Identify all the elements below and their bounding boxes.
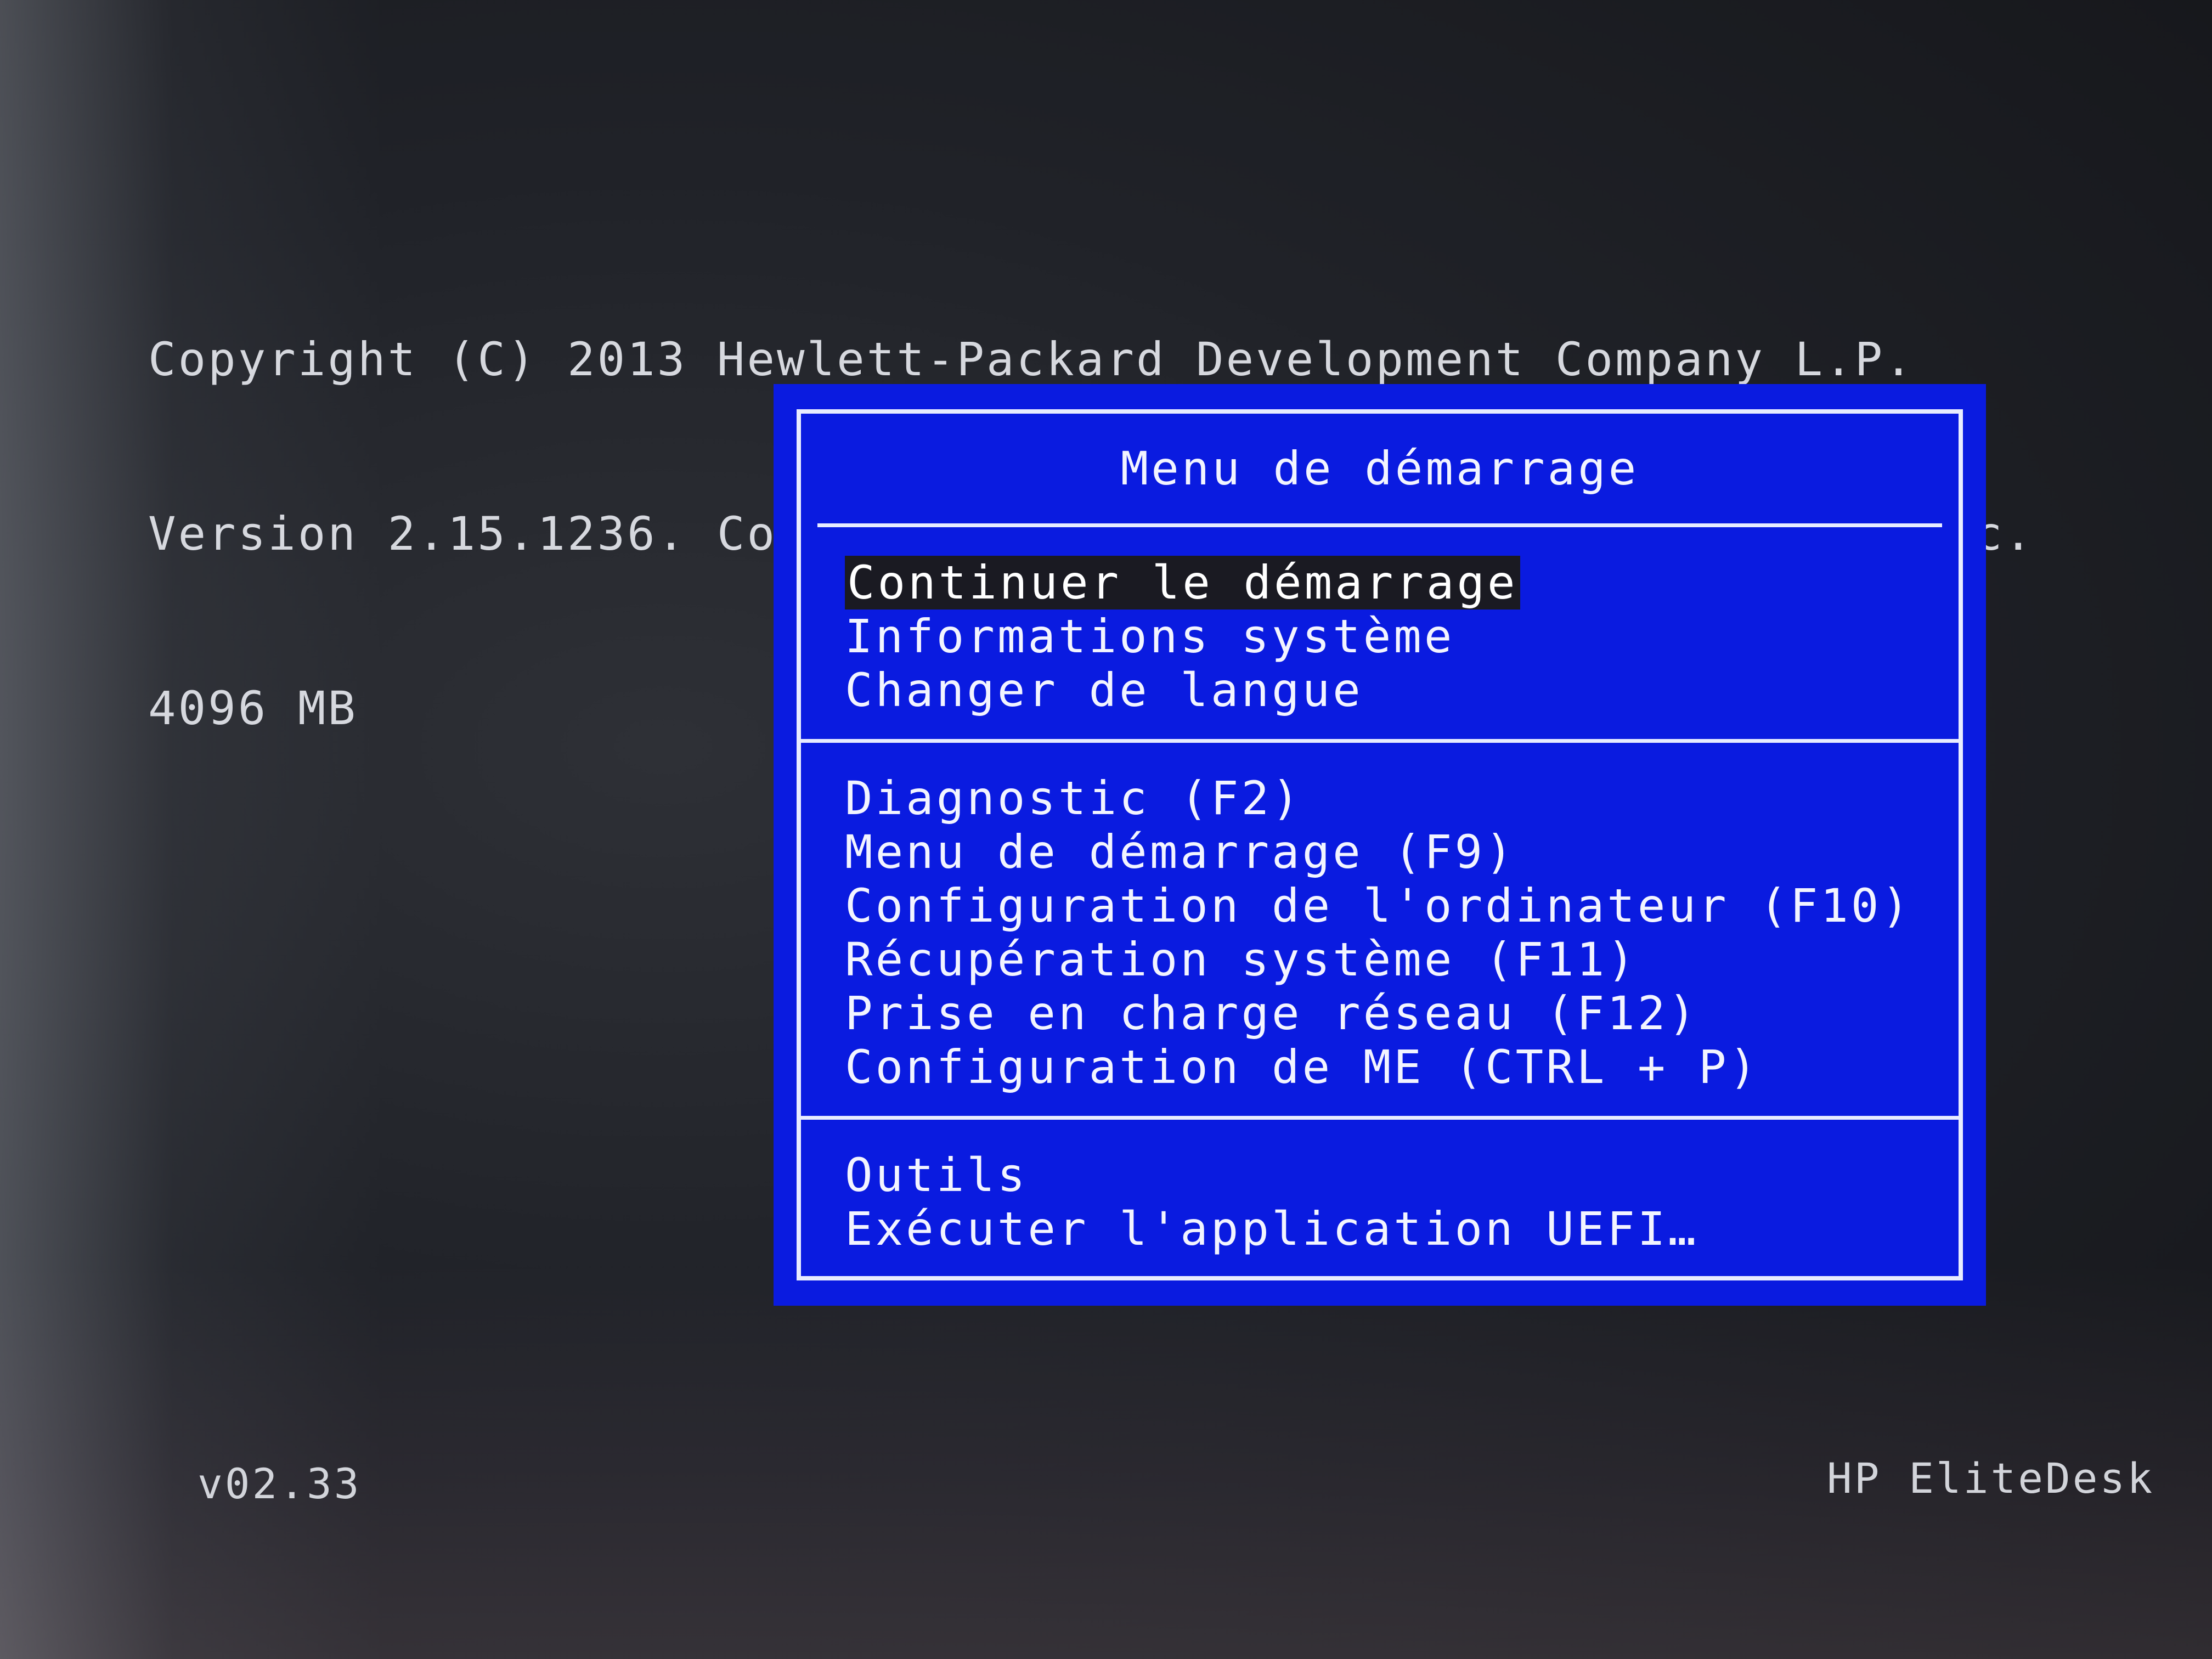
copyright-hp-line: Copyright (C) 2013 Hewlett-Packard Devel… bbox=[148, 332, 1915, 386]
menu-section-function-keys: Diagnostic (F2) Menu de démarrage (F9) C… bbox=[801, 743, 1959, 1120]
menu-section-boot: Continuer le démarrage Informations syst… bbox=[801, 527, 1959, 743]
menu-item-diagnostics[interactable]: Diagnostic (F2) bbox=[845, 771, 1915, 825]
menu-item-change-language[interactable]: Changer de langue bbox=[845, 663, 1915, 717]
menu-item-network-boot[interactable]: Prise en charge réseau (F12) bbox=[845, 986, 1915, 1040]
boot-menu-title: Menu de démarrage bbox=[817, 414, 1942, 527]
menu-item-system-recovery[interactable]: Récupération système (F11) bbox=[845, 933, 1915, 986]
menu-section-tools: Outils Exécuter l'application UEFI… bbox=[801, 1120, 1959, 1278]
menu-item-tools[interactable]: Outils bbox=[845, 1148, 1915, 1202]
menu-item-continue-boot-label: Continuer le démarrage bbox=[845, 556, 1520, 610]
boot-menu: Menu de démarrage Continuer le démarrage… bbox=[774, 384, 1986, 1306]
menu-item-computer-setup[interactable]: Configuration de l'ordinateur (F10) bbox=[845, 879, 1915, 933]
bios-version-label: v02.33 bbox=[198, 1459, 362, 1508]
menu-item-me-setup[interactable]: Configuration de ME (CTRL + P) bbox=[845, 1040, 1915, 1094]
menu-item-boot-menu[interactable]: Menu de démarrage (F9) bbox=[845, 825, 1915, 879]
menu-item-system-information[interactable]: Informations système bbox=[845, 610, 1915, 663]
boot-menu-frame: Menu de démarrage Continuer le démarrage… bbox=[797, 409, 1963, 1280]
menu-item-run-uefi-app[interactable]: Exécuter l'application UEFI… bbox=[845, 1202, 1915, 1256]
menu-item-continue-boot[interactable]: Continuer le démarrage bbox=[845, 556, 1915, 610]
computer-model-label: HP EliteDesk bbox=[1827, 1454, 2155, 1503]
